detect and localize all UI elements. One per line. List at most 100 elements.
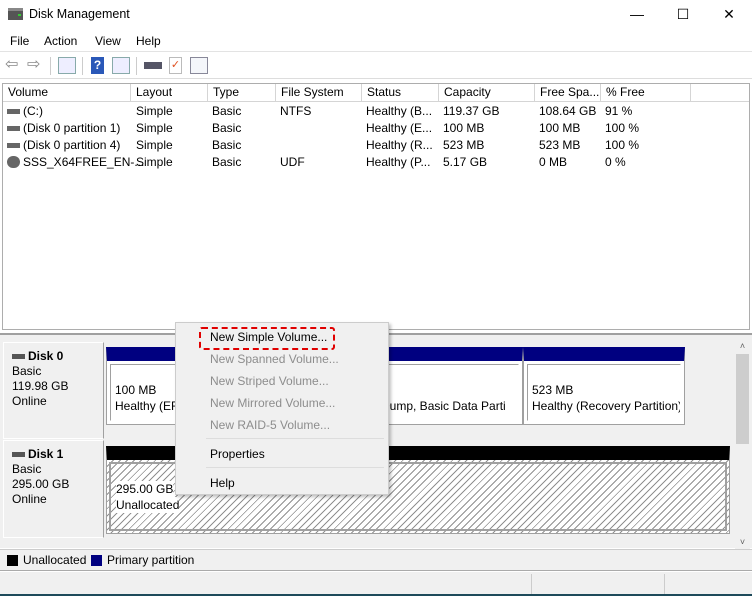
disk-management-icon (8, 8, 23, 20)
menu-bar: File Action View Help (0, 30, 752, 52)
toolbar: ⇦ ⇨ ? ✓ (0, 53, 752, 79)
table-cell: 91 % (605, 104, 633, 118)
vertical-scrollbar[interactable]: ˄ ˅ (735, 338, 750, 550)
menu-new-mirrored-volume[interactable]: New Mirrored Volume... (210, 393, 335, 413)
partition-status: n Dump, Basic Data Parti (371, 399, 506, 413)
action-pane-icon[interactable] (112, 57, 130, 74)
table-cell: Simple (136, 138, 173, 152)
table-cell: 5.17 GB (443, 155, 488, 169)
minimize-button[interactable]: — (614, 0, 660, 30)
scroll-up-icon[interactable]: ˄ (735, 338, 750, 354)
unallocated-swatch (7, 555, 18, 566)
table-cell: NTFS (280, 104, 312, 118)
disk-0-label[interactable]: Disk 0 Basic 119.98 GB Online (3, 342, 104, 439)
connect-icon[interactable] (144, 62, 162, 69)
legend-primary: Primary partition (107, 553, 195, 567)
disk-size: 295.00 GB (12, 477, 70, 491)
menu-new-spanned-volume[interactable]: New Spanned Volume... (210, 349, 339, 369)
check-icon[interactable]: ✓ (169, 57, 182, 74)
table-cell: Healthy (R... (366, 138, 433, 152)
col-layout[interactable]: Layout (131, 84, 208, 102)
col-free-space[interactable]: Free Spa... (535, 84, 601, 102)
menu-new-raid5-volume[interactable]: New RAID-5 Volume... (210, 415, 330, 435)
col-volume[interactable]: Volume (3, 84, 131, 102)
table-row[interactable]: SSS_X64FREE_EN-... Simple Basic UDF Healthy … (3, 154, 749, 171)
table-cell: (C:) (23, 104, 43, 118)
disk-name: Disk 0 (28, 349, 64, 363)
disk-size: 119.98 GB (12, 379, 69, 393)
partition-recovery[interactable]: 523 MB Healthy (Recovery Partition) (523, 347, 685, 425)
disk-type: Basic (12, 462, 42, 476)
table-cell: 100 % (605, 121, 640, 135)
partition-size: 523 MB (532, 383, 574, 397)
table-cell: UDF (280, 155, 305, 169)
back-icon[interactable]: ⇦ (5, 57, 23, 74)
menu-action[interactable]: Action (44, 34, 77, 48)
drive-icon (7, 109, 20, 114)
context-menu: New Simple Volume... New Spanned Volume.… (175, 322, 389, 495)
partition-size: 295.00 GB (116, 481, 174, 497)
disk-icon (12, 452, 25, 458)
volume-list: Volume Layout Type File System Status Ca… (2, 83, 750, 330)
partition-status: Unallocated (116, 497, 180, 513)
drive-icon (7, 126, 20, 131)
menu-view[interactable]: View (95, 34, 121, 48)
table-cell: Basic (212, 138, 242, 152)
table-cell: Basic (212, 104, 242, 118)
menu-separator (206, 467, 384, 468)
console-tree-icon[interactable] (58, 57, 76, 74)
menu-help-item[interactable]: Help (210, 473, 235, 493)
scroll-down-icon[interactable]: ˅ (735, 534, 750, 550)
table-cell: Basic (212, 155, 242, 169)
menu-separator (206, 438, 384, 439)
table-row[interactable]: (Disk 0 partition 4) Simple Basic Healthy (… (3, 137, 749, 154)
scroll-thumb[interactable] (736, 354, 749, 444)
cd-icon (7, 156, 20, 168)
col-capacity[interactable]: Capacity (439, 84, 535, 102)
table-cell: SSS_X64FREE_EN-... (23, 155, 145, 169)
menu-help[interactable]: Help (136, 34, 161, 48)
disk-icon (12, 354, 25, 360)
table-row[interactable]: (Disk 0 partition 1) Simple Basic Healthy (… (3, 120, 749, 137)
menu-file[interactable]: File (10, 34, 29, 48)
col-file-system[interactable]: File System (276, 84, 362, 102)
table-cell: 0 % (605, 155, 626, 169)
table-row[interactable]: (C:) Simple Basic NTFS Healthy (B... 119.37 G… (3, 103, 749, 120)
col-type[interactable]: Type (208, 84, 276, 102)
maximize-button[interactable]: ☐ (660, 0, 706, 30)
col-percent-free[interactable]: % Free (601, 84, 691, 102)
table-cell: 100 MB (539, 121, 581, 135)
table-cell: Healthy (B... (366, 104, 433, 118)
disk-name: Disk 1 (28, 447, 64, 461)
table-cell: Simple (136, 155, 173, 169)
legend: Unallocated Primary partition (0, 549, 752, 571)
table-cell: (Disk 0 partition 4) (23, 138, 121, 152)
table-cell: 108.64 GB (539, 104, 597, 118)
table-cell: 119.37 GB (443, 104, 500, 118)
table-cell: (Disk 0 partition 1) (23, 121, 121, 135)
close-button[interactable]: ✕ (706, 0, 752, 30)
table-cell: 523 MB (539, 138, 581, 152)
table-cell: Healthy (E... (366, 121, 433, 135)
table-cell: 0 MB (539, 155, 568, 169)
help-icon[interactable]: ? (91, 57, 104, 74)
primary-swatch (91, 555, 102, 566)
partition-status: Healthy (Recovery Partition) (532, 399, 681, 413)
properties-icon[interactable] (190, 57, 208, 74)
table-cell: 100 % (605, 138, 640, 152)
disk-1-label[interactable]: Disk 1 Basic 295.00 GB Online (3, 440, 104, 538)
disk-type: Basic (12, 364, 42, 378)
drive-icon (7, 143, 20, 148)
table-cell: Basic (212, 121, 242, 135)
table-cell: 523 MB (443, 138, 485, 152)
disk-status: Online (12, 492, 47, 506)
disk-status: Online (12, 394, 47, 408)
table-cell: Healthy (P... (366, 155, 431, 169)
table-cell: Simple (136, 104, 173, 118)
col-status[interactable]: Status (362, 84, 439, 102)
legend-unallocated: Unallocated (23, 553, 87, 567)
menu-properties[interactable]: Properties (210, 444, 265, 464)
menu-new-striped-volume[interactable]: New Striped Volume... (210, 371, 329, 391)
forward-icon[interactable]: ⇨ (27, 57, 45, 74)
table-cell: Simple (136, 121, 173, 135)
